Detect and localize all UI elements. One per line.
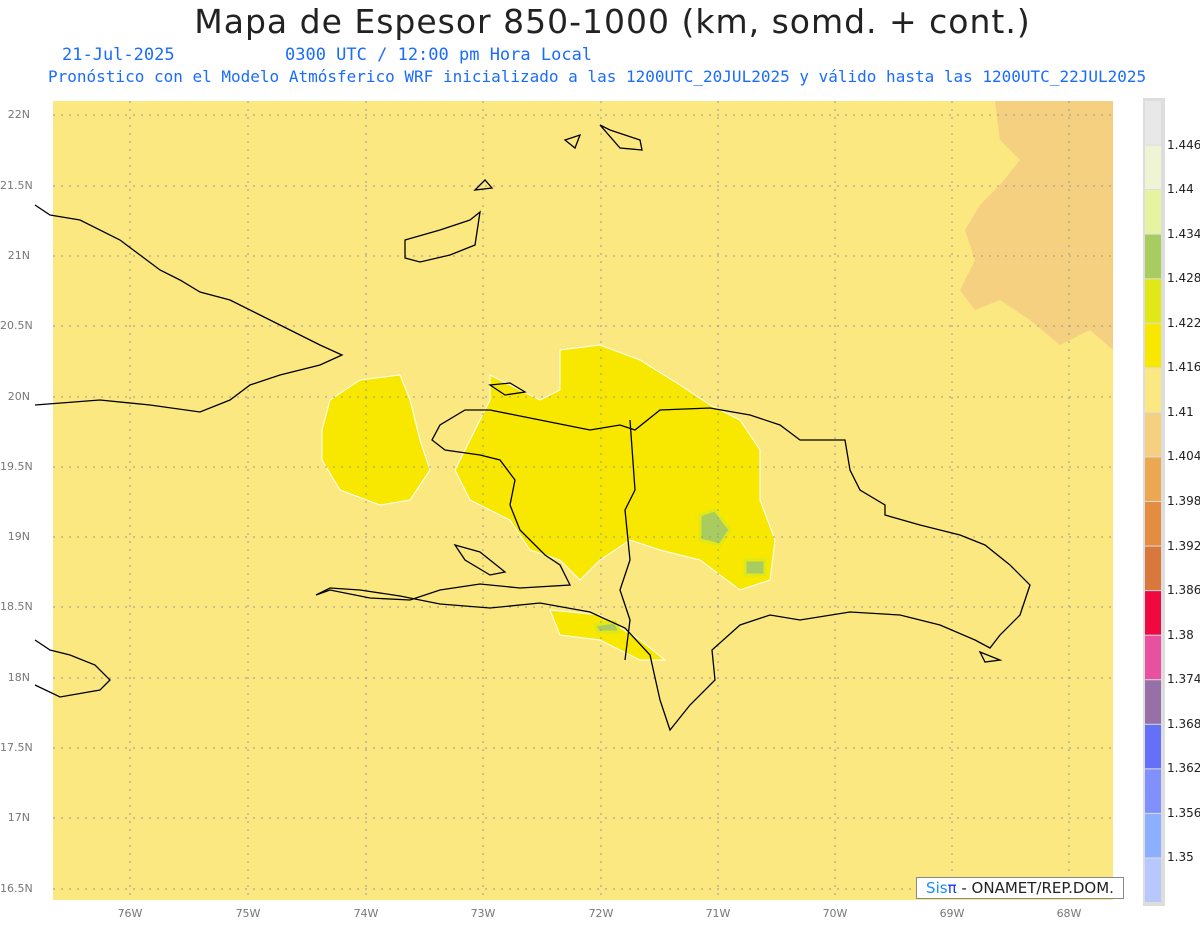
lon-label: 68W — [1056, 907, 1082, 920]
colorbar-label: 1.428 — [1167, 271, 1200, 286]
colorbar-label: 1.368 — [1167, 716, 1200, 731]
lat-label: 22N — [7, 108, 30, 121]
colorbar-label: 1.392 — [1167, 538, 1200, 553]
lon-label: 73W — [470, 907, 496, 920]
colorbar-label: 1.356 — [1167, 805, 1200, 820]
colorbar-swatch — [1145, 502, 1161, 546]
colorbar-swatch — [1145, 145, 1161, 190]
lon-label: 70W — [822, 907, 848, 920]
lat-label: 16.5N — [0, 882, 33, 895]
credit-sis: Sis — [926, 879, 948, 897]
colorbar-swatch — [1145, 412, 1161, 457]
colorbar-swatch — [1145, 190, 1161, 234]
lat-label: 19N — [7, 530, 30, 543]
lat-label: 21.5N — [0, 179, 33, 192]
colorbar — [1143, 98, 1165, 906]
colorbar-label: 1.434 — [1167, 226, 1200, 241]
lon-label: 74W — [353, 907, 379, 920]
colorbar-label: 1.374 — [1167, 672, 1200, 687]
colorbar-swatch — [1145, 813, 1161, 858]
colorbar-swatch — [1145, 101, 1161, 145]
lat-label: 20.5N — [0, 319, 33, 332]
colorbar-label: 1.362 — [1167, 761, 1200, 776]
colorbar-swatch — [1145, 769, 1161, 813]
lat-label: 21N — [7, 249, 30, 262]
colorbar-swatch — [1145, 724, 1161, 769]
colorbar-label: 1.416 — [1167, 360, 1200, 375]
lon-label: 76W — [117, 907, 143, 920]
colorbar-swatch — [1145, 635, 1161, 680]
lat-label: 19.5N — [0, 460, 33, 473]
colorbar-label: 1.386 — [1167, 583, 1200, 598]
credit-org: - ONAMET/REP.DOM. — [961, 879, 1114, 897]
colorbar-swatch — [1145, 680, 1161, 724]
lat-label: 17.5N — [0, 741, 33, 754]
colorbar-swatch — [1145, 368, 1161, 412]
credit-box: Sisπ - ONAMET/REP.DOM. — [916, 877, 1124, 899]
colorbar-swatch — [1145, 234, 1161, 279]
lon-label: 72W — [588, 907, 614, 920]
lon-label: 69W — [939, 907, 965, 920]
colorbar-swatch — [1145, 457, 1161, 501]
lat-label: 18.5N — [0, 600, 33, 613]
colorbar-label: 1.44 — [1167, 182, 1194, 197]
colorbar-swatch — [1145, 591, 1161, 635]
colorbar-swatch — [1145, 858, 1161, 902]
colorbar-swatch — [1145, 546, 1161, 591]
lat-label: 18N — [7, 671, 30, 684]
colorbar-swatch — [1145, 279, 1161, 323]
colorbar-swatch — [1145, 323, 1161, 368]
colorbar-label: 1.41 — [1167, 404, 1194, 419]
map-plot — [34, 101, 1113, 900]
lat-label: 20N — [7, 390, 30, 403]
lat-label: 17N — [7, 811, 30, 824]
lon-label: 71W — [705, 907, 731, 920]
colorbar-label: 1.35 — [1167, 850, 1194, 865]
colorbar-label: 1.398 — [1167, 494, 1200, 508]
credit-pi: π — [947, 879, 957, 897]
colorbar-label: 1.422 — [1167, 315, 1200, 330]
lon-label: 75W — [235, 907, 261, 920]
colorbar-label: 1.404 — [1167, 449, 1200, 464]
colorbar-label: 1.38 — [1167, 627, 1194, 642]
colorbar-label: 1.446 — [1167, 137, 1200, 152]
